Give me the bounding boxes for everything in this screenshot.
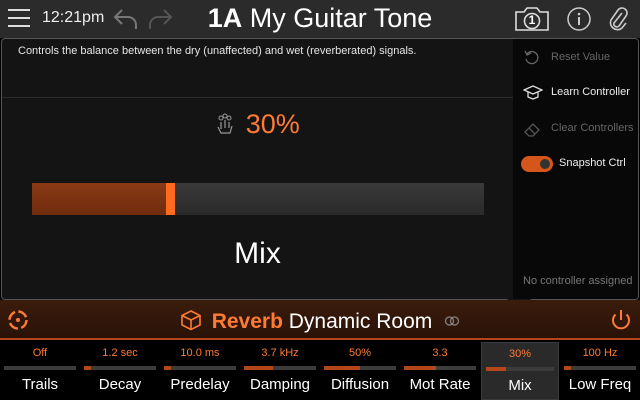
power-icon[interactable] — [608, 307, 634, 333]
clock: 12:21pm — [42, 9, 105, 26]
param-knob-decay[interactable]: 1.2 sec Decay — [80, 342, 160, 400]
clear-controllers-button[interactable]: Clear Controllers — [513, 118, 638, 140]
info-icon[interactable] — [566, 6, 592, 32]
snapshot-ctrl-toggle[interactable]: Snapshot Ctrl — [513, 153, 638, 175]
learn-controller-button[interactable]: Learn Controller — [513, 82, 638, 104]
link-icon[interactable] — [444, 315, 460, 327]
param-level-bar — [4, 366, 76, 370]
param-value: 3.7 kHz — [261, 347, 299, 359]
param-level-bar — [84, 366, 156, 370]
model-title: Reverb Dynamic Room — [0, 309, 640, 334]
preset-number: 1A — [207, 3, 243, 33]
param-value: 1.2 sec — [102, 347, 138, 359]
param-level-fill — [404, 366, 437, 370]
param-name: Damping — [249, 376, 311, 393]
param-level-fill — [564, 366, 572, 370]
snapshot-ctrl-label: Snapshot Ctrl — [559, 157, 626, 169]
param-level-fill — [164, 366, 172, 370]
eraser-icon — [524, 123, 540, 137]
preset-name[interactable]: My Guitar Tone — [250, 3, 433, 33]
redo-icon[interactable] — [146, 6, 174, 32]
parameter-value: 30% — [245, 109, 300, 139]
param-level-bar — [324, 366, 396, 370]
param-level-bar — [404, 366, 476, 370]
param-value: 3.3 — [432, 347, 448, 359]
param-name: Mot Rate — [409, 376, 471, 393]
param-level-bar — [244, 366, 316, 370]
snapshot-button[interactable]: 1 — [513, 6, 551, 32]
param-name: Diffusion — [330, 376, 390, 393]
param-value: 100 Hz — [582, 347, 618, 359]
param-name: Predelay — [170, 376, 230, 393]
slider-fill — [32, 183, 168, 215]
snapshot-ctrl-switch[interactable] — [521, 156, 553, 172]
param-value: 30% — [508, 348, 532, 360]
param-value: 10.0 ms — [180, 347, 220, 359]
param-knob-low-freq[interactable]: 100 Hz Low Freq — [560, 342, 640, 400]
param-knob-predelay[interactable]: 10.0 ms Predelay — [160, 342, 240, 400]
slider-thumb[interactable] — [166, 183, 175, 215]
reset-value-label: Reset Value — [551, 51, 611, 63]
parameter-name: Mix — [234, 237, 281, 270]
reset-icon — [524, 50, 539, 65]
top-bar: 12:21pm 1A My Guitar Tone 1 — [0, 0, 640, 38]
cycle-icon[interactable] — [6, 308, 30, 332]
clear-controllers-label: Clear Controllers — [551, 122, 634, 134]
learn-controller-icon — [523, 85, 543, 100]
menu-icon[interactable] — [8, 9, 30, 29]
param-level-bar — [486, 367, 554, 371]
param-name: Low Freq — [568, 376, 632, 393]
param-level-fill — [244, 366, 273, 370]
parameter-editor-panel: Controls the balance between the dry (un… — [1, 38, 639, 300]
param-value: 50% — [348, 347, 372, 359]
param-knob-mix[interactable]: 30% Mix — [481, 342, 559, 400]
reset-value-button[interactable]: Reset Value — [513, 47, 638, 69]
param-level-bar — [164, 366, 236, 370]
param-name: Decay — [98, 376, 142, 393]
value-display: 30% — [2, 109, 513, 140]
param-level-bar — [564, 366, 636, 370]
model-name[interactable]: Dynamic Room — [289, 310, 433, 333]
param-knob-damping[interactable]: 3.7 kHz Damping — [240, 342, 320, 400]
parameter-row: Off Trails 1.2 sec Decay 10.0 ms Predelay 3.7 … — [0, 342, 640, 400]
param-name: Mix — [508, 377, 532, 394]
model-category: Reverb — [211, 310, 283, 333]
param-knob-diffusion[interactable]: 50% Diffusion — [320, 342, 400, 400]
parameter-description: Controls the balance between the dry (un… — [18, 45, 417, 57]
undo-icon[interactable] — [112, 6, 140, 32]
controller-status: No controller assigned — [523, 275, 633, 287]
param-level-fill — [84, 366, 92, 370]
snapshot-number: 1 — [528, 13, 536, 27]
param-knob-mot-rate[interactable]: 3.3 Mot Rate — [400, 342, 480, 400]
learn-controller-label: Learn Controller — [551, 86, 630, 98]
hand-touch-icon — [217, 113, 233, 134]
param-value: Off — [32, 347, 48, 359]
paperclip-icon[interactable] — [607, 5, 629, 33]
param-level-fill — [324, 366, 360, 370]
divider — [2, 97, 513, 98]
param-knob-trails[interactable]: Off Trails — [0, 342, 80, 400]
controller-menu: Reset Value Learn Controller Clear Contr… — [513, 39, 638, 299]
model-bar: Reverb Dynamic Room — [0, 300, 640, 340]
param-name: Trails — [21, 376, 59, 393]
cube-icon — [181, 310, 201, 331]
value-slider[interactable] — [32, 183, 484, 215]
param-level-fill — [486, 367, 507, 371]
